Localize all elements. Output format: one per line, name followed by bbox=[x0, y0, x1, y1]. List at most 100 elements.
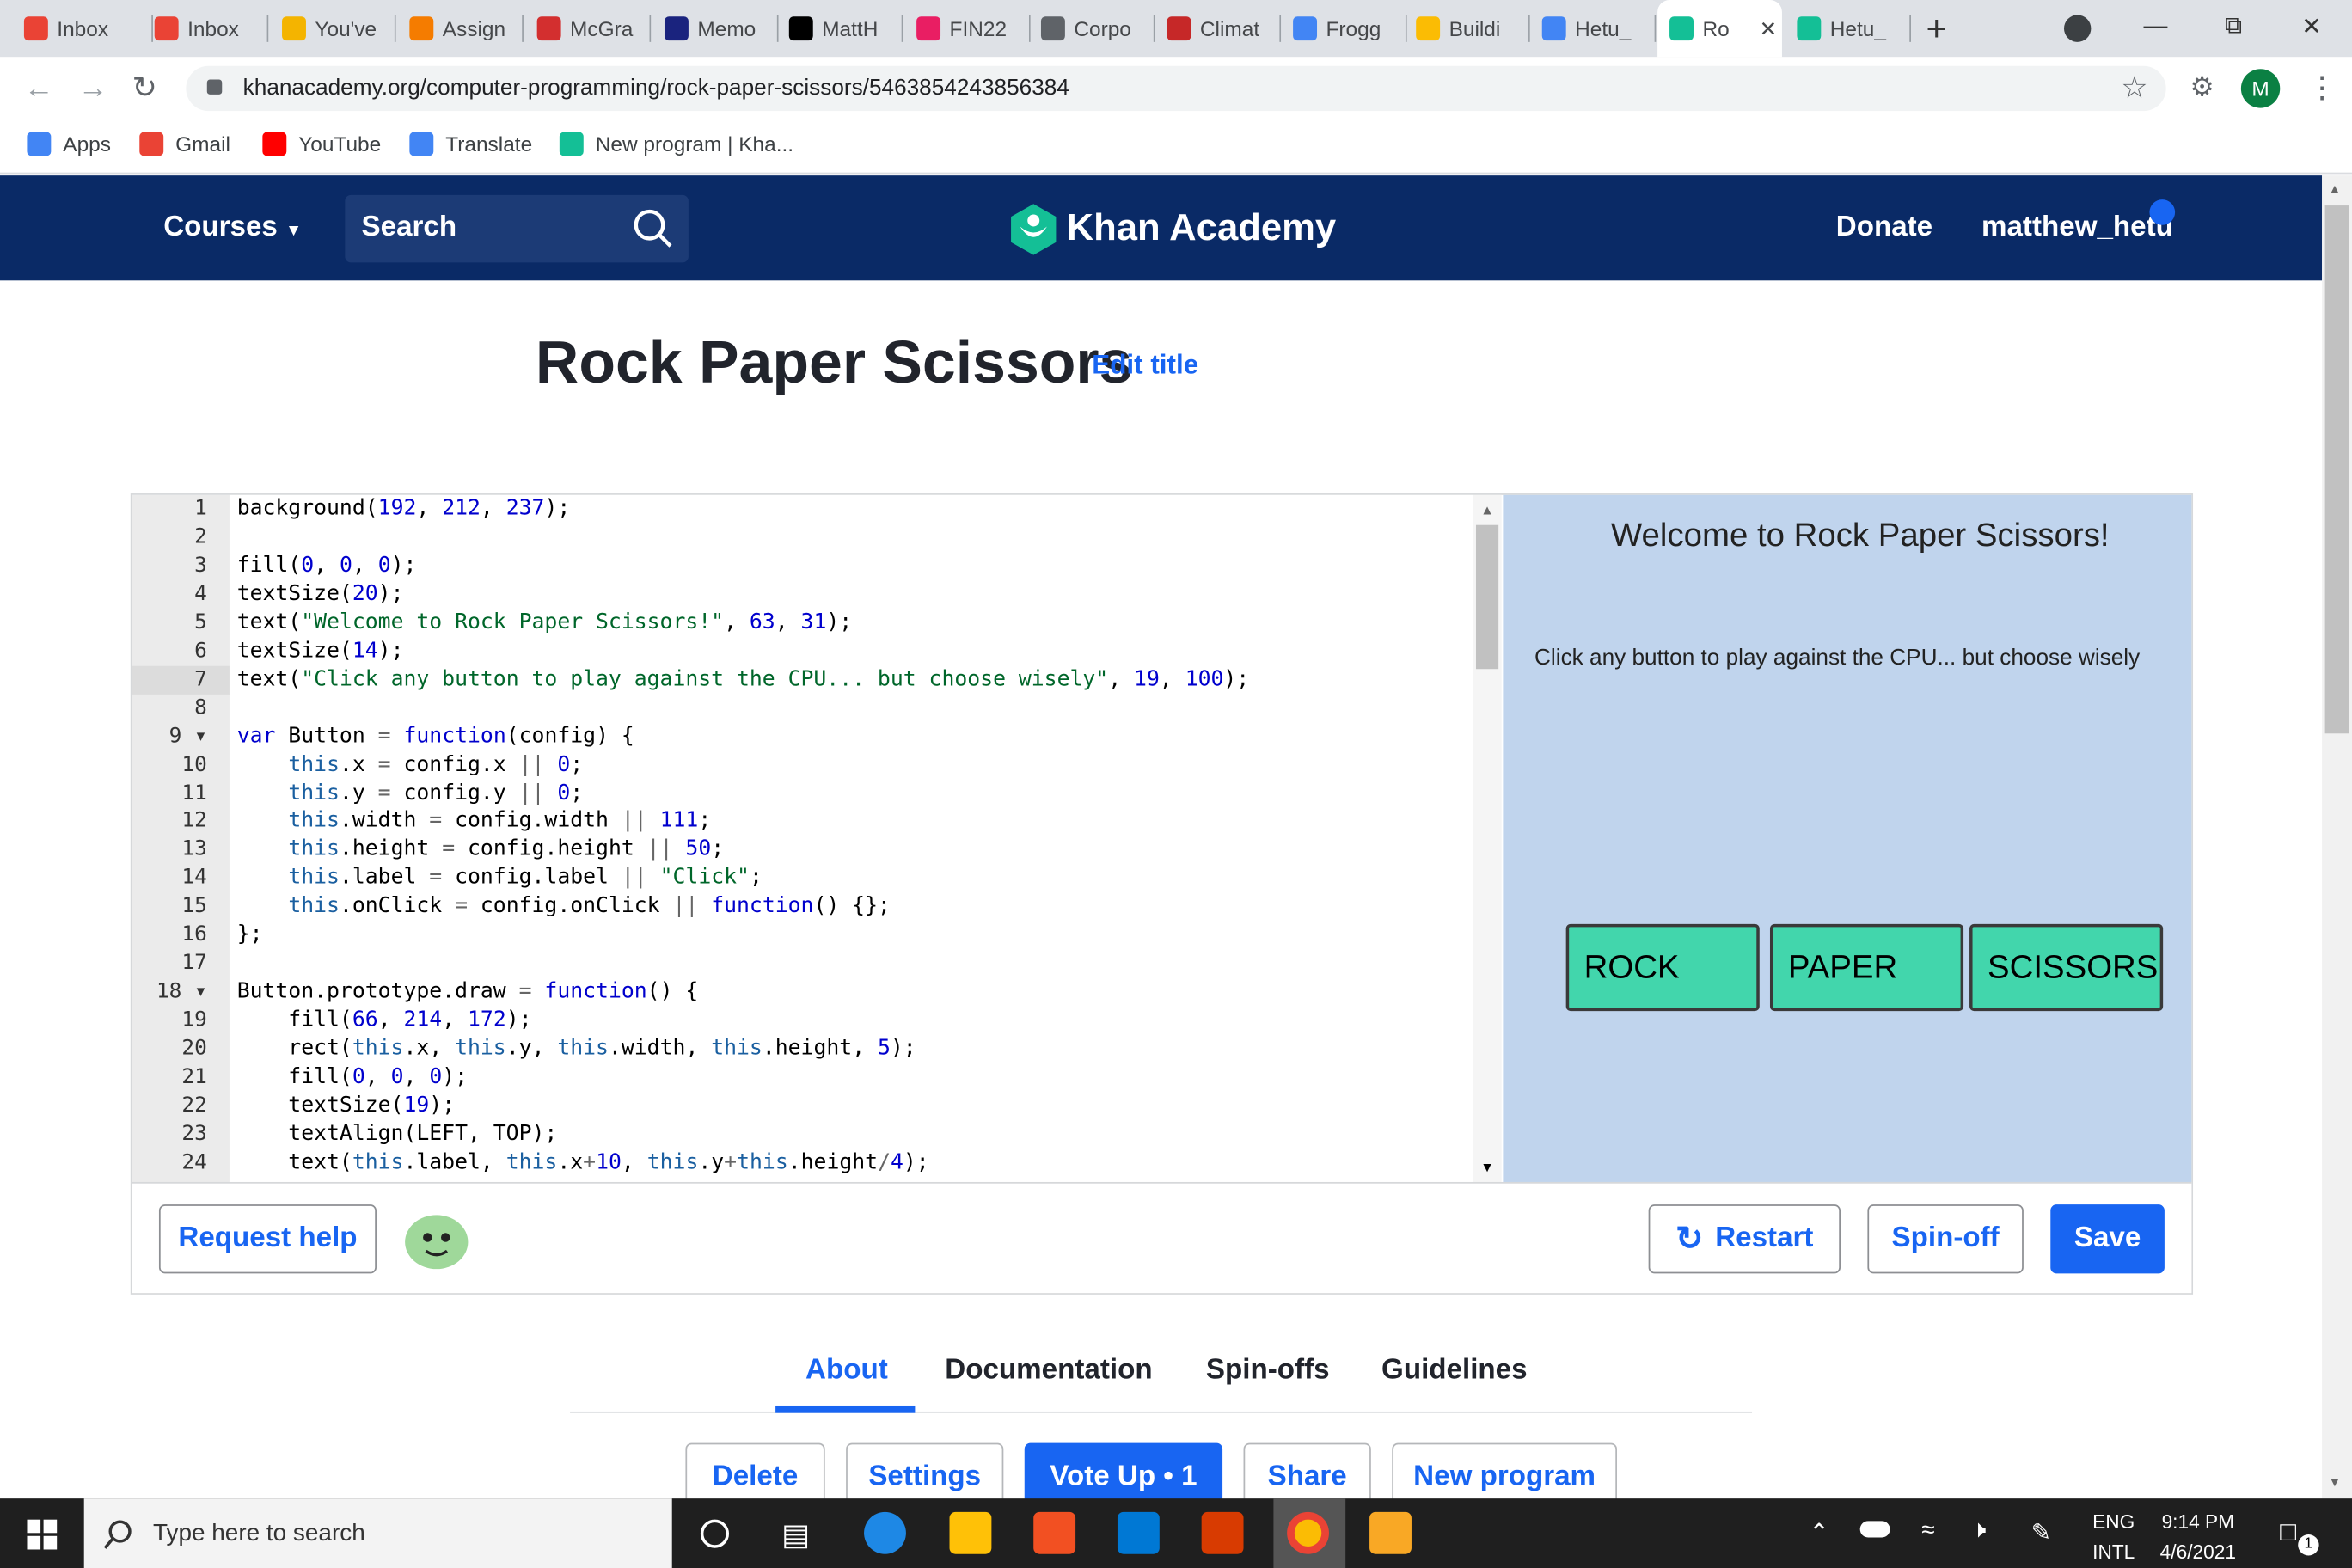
chrome-icon[interactable] bbox=[1287, 1511, 1329, 1554]
code-line[interactable]: background(192, 212, 237); bbox=[237, 495, 571, 524]
browser-tab[interactable]: Buildi bbox=[1404, 9, 1530, 47]
scroll-down-arrow-icon[interactable]: ▼ bbox=[2328, 1474, 2342, 1489]
code-line[interactable]: this.label = config.label || "Click"; bbox=[237, 865, 763, 893]
browser-tab[interactable]: FIN22 bbox=[904, 9, 1031, 47]
code-line[interactable]: this.width = config.width || 111; bbox=[237, 808, 712, 836]
bookmark-star-icon[interactable]: ☆ bbox=[2121, 69, 2147, 107]
browser-tab[interactable]: Corpo bbox=[1029, 9, 1155, 47]
page-scrollbar-thumb[interactable] bbox=[2324, 205, 2349, 734]
code-line[interactable]: this.onClick = config.onClick || functio… bbox=[237, 893, 891, 922]
code-scroll-down-icon[interactable]: ▼ bbox=[1480, 1160, 1494, 1174]
khan-logo-icon[interactable] bbox=[1008, 203, 1059, 257]
close-window-button[interactable]: ✕ bbox=[2277, 0, 2346, 54]
url-text[interactable]: khanacademy.org/computer-programming/roc… bbox=[243, 75, 1069, 101]
rock-button[interactable]: ROCK bbox=[1565, 923, 1760, 1012]
save-button[interactable]: Save bbox=[2050, 1204, 2165, 1274]
tab-search-icon[interactable] bbox=[2063, 15, 2092, 42]
browser-tab[interactable]: Hetu_ bbox=[1785, 9, 1912, 47]
code-line[interactable]: this.x = config.x || 0; bbox=[237, 750, 583, 779]
spinoff-button[interactable]: Spin-off bbox=[1867, 1204, 2024, 1274]
minimize-button[interactable]: — bbox=[2121, 0, 2190, 54]
code-scroll-up-icon[interactable]: ▲ bbox=[1480, 503, 1494, 518]
profile-avatar[interactable]: M bbox=[2240, 69, 2281, 108]
search-icon[interactable] bbox=[633, 209, 675, 251]
browser-tab[interactable]: Inbox bbox=[12, 9, 153, 47]
code-line[interactable]: textAlign(LEFT, TOP); bbox=[237, 1120, 557, 1148]
new-tab-button[interactable]: + bbox=[1926, 9, 1946, 51]
bookmark-item[interactable]: Apps bbox=[27, 132, 111, 156]
tray-chevron-up-icon[interactable]: ⌃ bbox=[1809, 1518, 1828, 1548]
program-output-canvas[interactable] bbox=[1503, 494, 2192, 1182]
browser-tab[interactable]: Memo bbox=[652, 9, 779, 47]
task-view-icon[interactable]: ▤ bbox=[781, 1516, 810, 1554]
browser-tab[interactable]: Assign bbox=[397, 9, 524, 47]
close-tab-icon[interactable]: ✕ bbox=[1760, 15, 1777, 41]
khan-academy-logo-text[interactable]: Khan Academy bbox=[1067, 207, 1337, 251]
browser-tab[interactable]: Inbox bbox=[143, 9, 269, 47]
volume-icon[interactable]: 🕨 bbox=[1971, 1518, 1987, 1545]
bookmark-item[interactable]: Translate bbox=[409, 132, 532, 156]
bookmark-item[interactable]: Gmail bbox=[139, 132, 230, 156]
file-explorer-icon[interactable] bbox=[949, 1511, 992, 1554]
windows-start-icon[interactable] bbox=[27, 1519, 58, 1550]
browser-tab[interactable]: You've bbox=[270, 9, 396, 47]
code-line[interactable]: }; bbox=[237, 922, 263, 950]
menu-kebab-icon[interactable]: ⋮ bbox=[2307, 69, 2337, 107]
courses-menu[interactable]: Courses ▼ bbox=[163, 211, 302, 244]
language-indicator[interactable]: ENG INTL bbox=[2092, 1508, 2135, 1568]
extensions-icon[interactable]: ⚙ bbox=[2190, 72, 2214, 104]
code-scrollbar-thumb[interactable] bbox=[1475, 524, 1499, 670]
app-yellow-icon[interactable] bbox=[1369, 1511, 1412, 1554]
code-line[interactable]: this.y = config.y || 0; bbox=[237, 779, 583, 807]
browser-tab[interactable]: McGra bbox=[525, 9, 652, 47]
hopper-avatar-icon[interactable] bbox=[402, 1209, 471, 1271]
browser-tab[interactable]: Ro ✕ bbox=[1657, 0, 1782, 58]
paper-button[interactable]: PAPER bbox=[1769, 923, 1964, 1012]
code-line[interactable]: textSize(19); bbox=[237, 1092, 455, 1120]
back-arrow-icon[interactable]: ← bbox=[24, 72, 54, 107]
code-line[interactable]: text(this.label, this.x+10, this.y+this.… bbox=[237, 1148, 928, 1177]
code-line[interactable]: fill(66, 214, 172); bbox=[237, 1007, 531, 1035]
wifi-icon[interactable]: ≈ bbox=[1921, 1518, 1934, 1545]
donate-link[interactable]: Donate bbox=[1836, 211, 1932, 244]
reload-icon[interactable]: ↻ bbox=[132, 69, 157, 107]
code-line[interactable]: rect(this.x, this.y, this.width, this.he… bbox=[237, 1035, 916, 1063]
restore-button[interactable]: ⧉ bbox=[2199, 0, 2268, 54]
code-line[interactable]: text("Click any button to play against t… bbox=[237, 665, 1250, 694]
restart-button[interactable]: ↻ Restart bbox=[1648, 1204, 1841, 1274]
browser-tab[interactable]: Climat bbox=[1155, 9, 1282, 47]
tab-spin-offs[interactable]: Spin-offs bbox=[1206, 1355, 1330, 1387]
clock[interactable]: 9:14 PM 4/6/2021 bbox=[2160, 1508, 2236, 1568]
request-help-button[interactable]: Request help bbox=[158, 1204, 377, 1274]
tab-guidelines[interactable]: Guidelines bbox=[1381, 1355, 1528, 1387]
cortana-icon[interactable] bbox=[700, 1519, 730, 1548]
code-line[interactable]: textSize(14); bbox=[237, 637, 404, 665]
edit-title-link[interactable]: Edit title bbox=[1092, 350, 1198, 382]
mail-icon[interactable] bbox=[1117, 1511, 1160, 1554]
microsoft-store-icon[interactable] bbox=[1033, 1511, 1076, 1554]
code-line[interactable]: fill(0, 0, 0); bbox=[237, 552, 417, 580]
username-menu[interactable]: matthew_hetu bbox=[1981, 211, 2173, 244]
edge-icon[interactable] bbox=[864, 1511, 906, 1554]
code-line[interactable]: text("Welcome to Rock Paper Scissors!", … bbox=[237, 609, 853, 637]
scroll-up-arrow-icon[interactable]: ▲ bbox=[2328, 181, 2342, 196]
bookmark-item[interactable]: New program | Kha... bbox=[559, 132, 793, 156]
forward-arrow-icon[interactable]: → bbox=[78, 72, 108, 107]
browser-tab[interactable]: MattH bbox=[777, 9, 903, 47]
scissors-button[interactable]: SCISSORS bbox=[1969, 923, 2164, 1012]
office-icon[interactable] bbox=[1201, 1511, 1244, 1554]
browser-tab[interactable]: Frogg bbox=[1281, 9, 1407, 47]
bookmark-item[interactable]: YouTube bbox=[262, 132, 381, 156]
browser-tab[interactable]: Hetu_ bbox=[1530, 9, 1657, 47]
tab-about[interactable]: About bbox=[805, 1355, 888, 1387]
code-line[interactable]: fill(0, 0, 0); bbox=[237, 1063, 468, 1092]
pen-icon[interactable]: ✎ bbox=[2031, 1518, 2051, 1548]
code-line[interactable]: var Button = function(config) { bbox=[237, 722, 634, 750]
onedrive-icon[interactable] bbox=[1859, 1521, 1890, 1538]
tab-documentation[interactable]: Documentation bbox=[945, 1355, 1152, 1387]
code-line[interactable]: this.height = config.height || 50; bbox=[237, 836, 724, 865]
code-line[interactable]: textSize(20); bbox=[237, 580, 404, 609]
notification-center-icon[interactable]: □ bbox=[2280, 1516, 2296, 1548]
code-line[interactable]: Button.prototype.draw = function() { bbox=[237, 978, 699, 1007]
taskbar-search-input[interactable]: Type here to search bbox=[83, 1498, 672, 1568]
